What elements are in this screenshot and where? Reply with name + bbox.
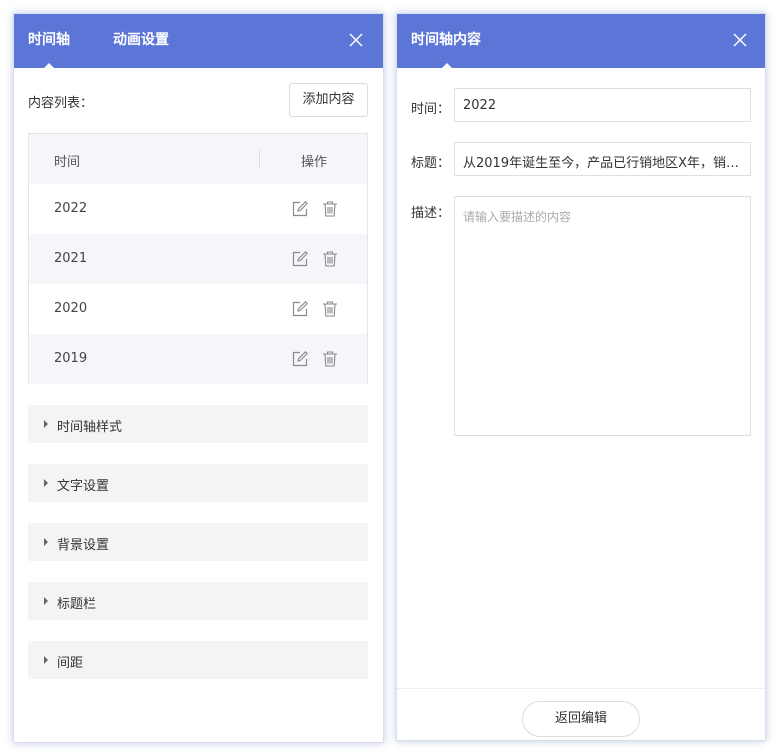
section-spacing[interactable]: 间距: [28, 641, 368, 679]
title-label: 标题：: [411, 156, 451, 171]
tab-timeline-label: 时间轴: [28, 32, 70, 48]
timeline-settings-panel: 时间轴 动画设置 内容列表： 添加内容 时间 操作 2022 2021 2020: [13, 13, 384, 743]
trash-icon[interactable]: [321, 300, 339, 318]
table-row: 2019: [29, 334, 367, 384]
caret-right-icon: [44, 538, 48, 546]
tab-animation-label: 动画设置: [113, 32, 169, 48]
panel-header: 时间轴内容: [397, 14, 765, 69]
panel-header: 时间轴 动画设置: [14, 14, 383, 69]
trash-icon[interactable]: [321, 200, 339, 218]
close-icon[interactable]: [731, 31, 749, 49]
row-time: 2021: [54, 251, 88, 266]
section-label: 文字设置: [57, 479, 110, 494]
close-icon[interactable]: [347, 31, 365, 49]
active-tab-indicator: [43, 63, 55, 69]
table-row: 2022: [29, 184, 367, 234]
row-time: 2020: [54, 301, 88, 316]
timeline-content-panel: 时间轴内容 时间： 2022 标题： 从2019年诞生至今，产品已行销地区X年，…: [396, 13, 766, 741]
time-label: 时间：: [411, 102, 451, 117]
section-background-settings[interactable]: 背景设置: [28, 523, 368, 561]
description-label: 描述：: [411, 206, 451, 221]
caret-right-icon: [44, 479, 48, 487]
title-input[interactable]: 从2019年诞生至今，产品已行销地区X年，销…: [454, 142, 751, 176]
description-textarea[interactable]: 请输入要描述的内容: [454, 196, 751, 436]
table-row: 2021: [29, 234, 367, 284]
tab-animation-settings[interactable]: 动画设置: [113, 14, 169, 68]
section-label: 背景设置: [57, 538, 110, 553]
panel-title: 时间轴内容: [411, 14, 481, 69]
trash-icon[interactable]: [321, 250, 339, 268]
edit-icon[interactable]: [291, 350, 309, 368]
trash-icon[interactable]: [321, 350, 339, 368]
add-content-button[interactable]: 添加内容: [289, 83, 368, 117]
section-timeline-style[interactable]: 时间轴样式: [28, 405, 368, 443]
section-label: 标题栏: [57, 597, 97, 612]
row-time: 2019: [54, 351, 88, 366]
caret-right-icon: [44, 420, 48, 428]
caret-right-icon: [44, 597, 48, 605]
panel-title-text: 时间轴内容: [411, 32, 481, 48]
row-time: 2022: [54, 201, 88, 216]
caret-right-icon: [44, 656, 48, 664]
section-label: 时间轴样式: [57, 420, 123, 435]
section-text-settings[interactable]: 文字设置: [28, 464, 368, 502]
section-title-bar[interactable]: 标题栏: [28, 582, 368, 620]
header-divider: [259, 150, 260, 168]
header-action: 操作: [301, 155, 328, 170]
time-input[interactable]: 2022: [454, 88, 751, 122]
section-label: 间距: [57, 656, 84, 671]
tab-timeline[interactable]: 时间轴: [28, 14, 70, 69]
title-indicator: [441, 63, 453, 69]
table-row: 2020: [29, 284, 367, 334]
table-header: 时间 操作: [29, 134, 367, 184]
footer-divider: [397, 688, 765, 689]
edit-icon[interactable]: [291, 200, 309, 218]
edit-icon[interactable]: [291, 300, 309, 318]
edit-icon[interactable]: [291, 250, 309, 268]
content-table: 时间 操作 2022 2021 2020 2019: [28, 133, 368, 384]
header-time: 时间: [54, 155, 81, 170]
content-list-label: 内容列表：: [28, 96, 94, 111]
back-to-edit-button[interactable]: 返回编辑: [522, 701, 640, 737]
